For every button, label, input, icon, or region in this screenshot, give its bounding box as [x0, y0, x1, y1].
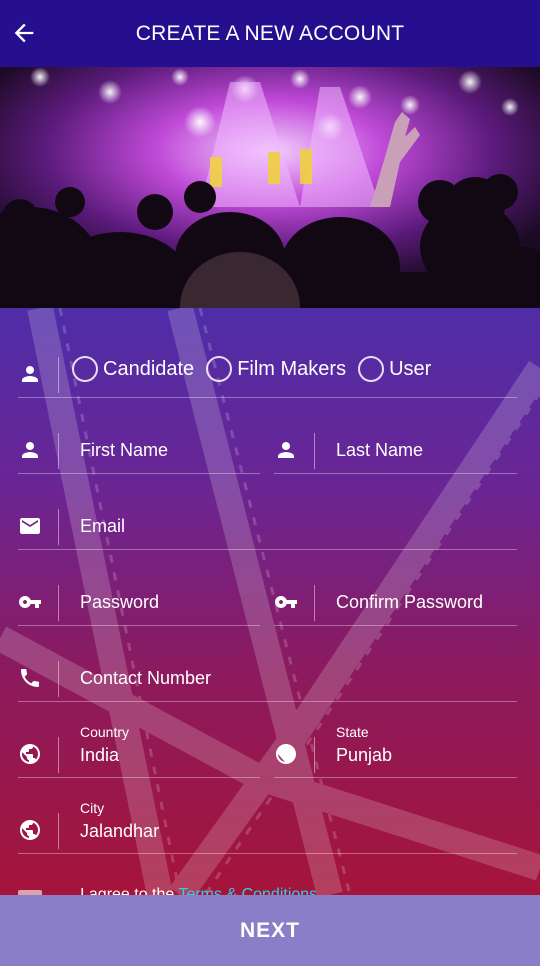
registration-form: Candidate Film Makers User First Name La…: [0, 308, 540, 895]
radio-circle: [358, 356, 385, 382]
person-icon: [18, 362, 42, 386]
contact-number-field[interactable]: Contact Number: [18, 650, 517, 702]
divider: [58, 737, 59, 773]
state-value: Punjab: [336, 745, 393, 765]
email-placeholder: Email: [80, 516, 126, 536]
terms-link[interactable]: Terms & Conditions: [178, 886, 317, 895]
globe-icon: [18, 742, 42, 766]
divider: [314, 433, 315, 469]
city-label: City: [80, 800, 105, 816]
contact-number-placeholder: Contact Number: [80, 668, 212, 688]
key-icon: [18, 590, 42, 614]
key-icon: [274, 590, 298, 614]
account-type-radio-group: Candidate Film Makers User: [72, 356, 443, 382]
divider: [58, 509, 59, 545]
divider: [314, 585, 315, 621]
first-name-field[interactable]: First Name: [18, 422, 260, 474]
divider: [58, 585, 59, 621]
person-icon: [274, 438, 298, 462]
divider: [58, 433, 59, 469]
last-name-placeholder: Last Name: [336, 440, 424, 460]
radio-label: Film Makers: [237, 357, 347, 380]
radio-user[interactable]: User: [358, 356, 431, 382]
city-value: Jalandhar: [80, 821, 160, 841]
country-select[interactable]: Country India: [18, 724, 260, 778]
country-label: Country: [80, 724, 130, 740]
confirm-password-field[interactable]: Confirm Password: [274, 574, 517, 626]
radio-label: Candidate: [103, 357, 195, 380]
radio-candidate[interactable]: Candidate: [72, 356, 194, 382]
divider: [58, 357, 59, 393]
last-name-field[interactable]: Last Name: [274, 422, 517, 474]
hero-concert-image: [0, 67, 540, 308]
person-icon: [18, 438, 42, 462]
radio-circle: [72, 356, 98, 382]
next-button[interactable]: NEXT: [0, 895, 540, 966]
phone-icon: [18, 666, 42, 690]
radio-film-makers[interactable]: Film Makers: [206, 356, 346, 382]
app-bar: CREATE A NEW ACCOUNT: [0, 0, 540, 67]
state-select[interactable]: State Punjab: [274, 724, 517, 778]
terms-text: I agree to the Terms & Conditions: [80, 886, 317, 895]
divider: [314, 737, 315, 773]
radio-label: User: [389, 357, 432, 380]
country-value: India: [80, 745, 120, 765]
password-placeholder: Password: [80, 592, 160, 612]
divider: [58, 661, 59, 697]
globe-icon: [274, 742, 298, 766]
state-label: State: [336, 724, 369, 740]
globe-icon: [18, 818, 42, 842]
terms-row: I agree to the Terms & Conditions: [18, 886, 517, 895]
email-icon: [18, 514, 42, 538]
confirm-password-placeholder: Confirm Password: [336, 592, 484, 612]
password-field[interactable]: Password: [18, 574, 260, 626]
first-name-placeholder: First Name: [80, 440, 169, 460]
page-title: CREATE A NEW ACCOUNT: [135, 22, 405, 45]
city-select[interactable]: City Jalandhar: [18, 800, 517, 854]
radio-circle: [206, 356, 233, 382]
divider: [58, 813, 59, 849]
terms-prefix: I agree to the: [80, 886, 179, 895]
account-type-row: Candidate Film Makers User: [18, 346, 517, 398]
email-field[interactable]: Email: [18, 498, 517, 550]
